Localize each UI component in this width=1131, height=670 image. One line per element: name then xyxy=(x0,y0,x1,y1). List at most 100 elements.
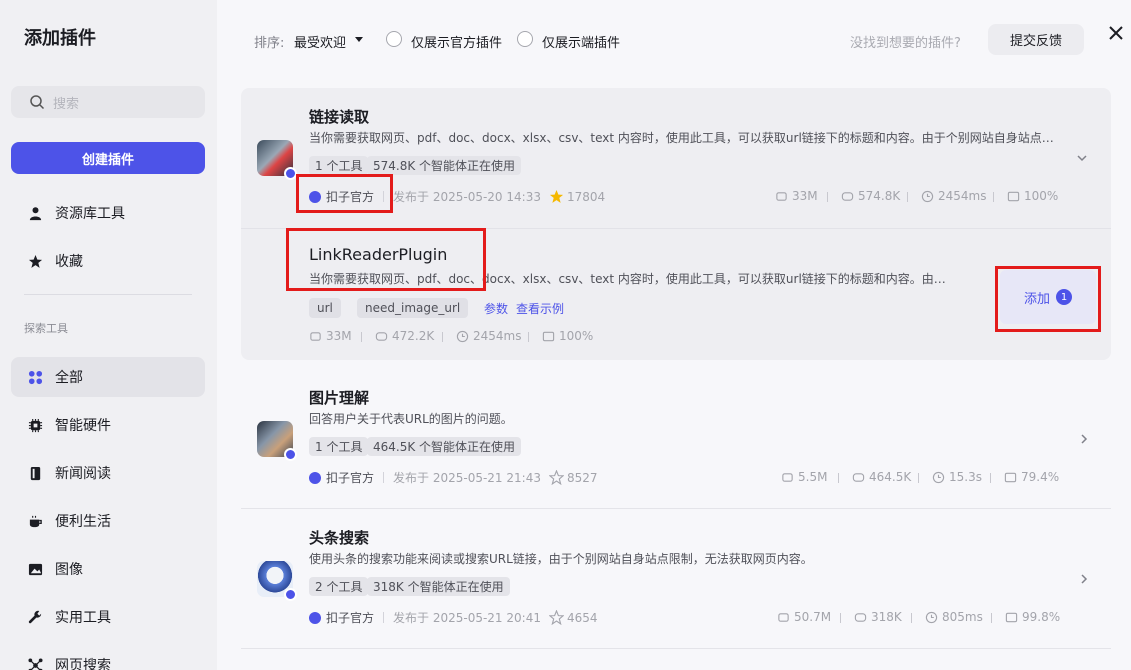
sidebar-item-label: 收藏 xyxy=(55,254,83,270)
sort-dropdown[interactable]: 最受欢迎 xyxy=(294,32,346,51)
image-icon xyxy=(27,561,43,577)
sidebar-item-life[interactable]: 便利生活 xyxy=(11,501,205,541)
not-found-hint: 没找到想要的插件? xyxy=(850,36,961,51)
sidebar-item-all[interactable]: 全部 xyxy=(11,357,205,397)
sidebar-item-favorites[interactable]: 收藏 xyxy=(11,241,205,281)
plugin-avatar xyxy=(257,561,297,601)
sidebar-item-label: 图像 xyxy=(55,562,83,578)
clock-icon xyxy=(932,471,945,483)
stat-calls: 5.5M xyxy=(781,470,827,484)
sidebar: 添加插件 搜索 创建插件 资源库工具 收藏 探索工具 全部 智能硬件 新闻阅读 … xyxy=(0,0,217,670)
sidebar-item-web-search[interactable]: 网页搜索 xyxy=(11,645,205,670)
stat-divider xyxy=(991,613,992,623)
network-icon xyxy=(27,657,43,670)
star-filled-icon xyxy=(549,189,564,203)
chevron-right-icon[interactable] xyxy=(1078,433,1090,445)
stat-divider xyxy=(442,332,443,342)
chevron-down-icon[interactable] xyxy=(1076,152,1088,164)
clock-icon xyxy=(456,330,469,342)
view-example-link[interactable]: 查看示例 xyxy=(516,300,564,317)
agent-icon xyxy=(852,472,865,482)
bot-icon xyxy=(778,612,789,622)
cup-icon xyxy=(27,513,43,529)
plugin-title[interactable]: 图片理解 xyxy=(309,387,369,408)
agent-icon xyxy=(854,612,867,622)
tool-name: LinkReaderPlugin xyxy=(309,245,448,264)
sidebar-item-label: 新闻阅读 xyxy=(55,466,111,482)
publisher: 扣子官方 xyxy=(309,188,374,205)
plugin-description: 使用头条的搜索功能来阅读或搜索URL链接，由于个别网站自身站点限制，无法获取网页… xyxy=(309,552,813,566)
device-only-radio[interactable] xyxy=(517,31,533,47)
sidebar-divider xyxy=(24,294,192,295)
stat-divider xyxy=(990,473,991,483)
official-only-radio[interactable] xyxy=(386,31,402,47)
params-link[interactable]: 参数 xyxy=(484,300,508,317)
plugin-meta: 扣子官方 发布于 2025-05-21 21:43 8527 xyxy=(309,469,598,486)
plugin-meta: 扣子官方 发布于 2025-05-21 20:41 4654 xyxy=(309,609,598,626)
tool-description: 当你需要获取网页、pdf、doc、docx、xlsx、csv、text 内容时，… xyxy=(309,272,949,286)
plugin-description: 当你需要获取网页、pdf、doc、docx、xlsx、csv、text 内容时，… xyxy=(309,131,1054,145)
sidebar-item-utility[interactable]: 实用工具 xyxy=(11,597,205,637)
official-badge-icon xyxy=(284,588,297,601)
plugin-title[interactable]: 头条搜索 xyxy=(309,527,369,548)
sort-label: 排序: xyxy=(254,36,285,51)
stat-calls: 33M xyxy=(309,329,352,343)
stat-divider xyxy=(993,192,994,202)
caret-down-icon[interactable] xyxy=(355,37,363,42)
card-divider xyxy=(241,508,1111,509)
publish-date: 发布于 2025-05-21 21:43 xyxy=(393,471,541,485)
official-badge-icon xyxy=(284,167,297,180)
add-tool-button[interactable]: 添加 1 xyxy=(1000,270,1096,324)
card-divider xyxy=(241,648,1111,649)
sidebar-item-label: 全部 xyxy=(55,370,83,386)
stat-divider xyxy=(361,332,362,342)
sidebar-item-smart-hardware[interactable]: 智能硬件 xyxy=(11,405,205,445)
usage-tag: 574.8K 个智能体正在使用 xyxy=(367,156,522,175)
sidebar-item-news[interactable]: 新闻阅读 xyxy=(11,453,205,493)
stat-divider xyxy=(838,473,839,483)
plugin-meta: 扣子官方 发布于 2025-05-20 14:33 17804 xyxy=(309,188,605,205)
star-count: 4654 xyxy=(566,610,598,625)
publish-date: 发布于 2025-05-21 20:41 xyxy=(393,611,541,625)
sidebar-item-label: 网页搜索 xyxy=(55,658,111,670)
stat-bots: 464.5K xyxy=(852,470,911,484)
sidebar-item-image[interactable]: 图像 xyxy=(11,549,205,589)
submit-feedback-button[interactable]: 提交反馈 xyxy=(988,24,1084,55)
star-count: 17804 xyxy=(566,189,606,204)
search-input[interactable]: 搜索 xyxy=(11,86,205,118)
add-label: 添加 xyxy=(1023,291,1050,307)
stat-latency: 2454ms xyxy=(456,329,521,343)
stat-latency: 805ms xyxy=(925,610,983,624)
stat-divider xyxy=(827,192,828,202)
close-icon[interactable] xyxy=(1107,24,1125,42)
star-icon xyxy=(27,253,43,269)
message-icon xyxy=(1004,472,1017,482)
stat-bots: 318K xyxy=(854,610,902,624)
create-plugin-button[interactable]: 创建插件 xyxy=(11,142,205,174)
publisher: 扣子官方 xyxy=(309,469,374,486)
stat-divider xyxy=(918,473,919,483)
search-placeholder: 搜索 xyxy=(53,96,80,112)
plugin-description: 回答用户关于代表URL的图片的问题。 xyxy=(309,412,513,426)
chip-icon xyxy=(27,417,43,433)
plugin-avatar xyxy=(257,421,297,461)
official-only-label[interactable]: 仅展示官方插件 xyxy=(411,32,502,51)
usage-tag: 464.5K 个智能体正在使用 xyxy=(367,437,522,456)
stat-success: 99.8% xyxy=(1005,610,1060,624)
plugin-avatar xyxy=(257,140,297,180)
clock-icon xyxy=(921,190,934,202)
book-icon xyxy=(27,465,43,481)
sidebar-item-library-tools[interactable]: 资源库工具 xyxy=(11,193,205,233)
stat-success: 100% xyxy=(542,329,593,343)
tool-count-tag: 1 个工具 xyxy=(309,156,369,175)
stat-success: 79.4% xyxy=(1004,470,1059,484)
sidebar-title: 添加插件 xyxy=(24,28,96,49)
stat-bots: 574.8K xyxy=(841,189,900,203)
chevron-right-icon[interactable] xyxy=(1078,573,1090,585)
stat-divider xyxy=(907,192,908,202)
sidebar-item-label: 便利生活 xyxy=(55,514,111,530)
publisher-icon xyxy=(309,471,321,484)
device-only-label[interactable]: 仅展示端插件 xyxy=(542,32,620,51)
plugin-title[interactable]: 链接读取 xyxy=(309,106,369,127)
clock-icon xyxy=(925,611,938,623)
